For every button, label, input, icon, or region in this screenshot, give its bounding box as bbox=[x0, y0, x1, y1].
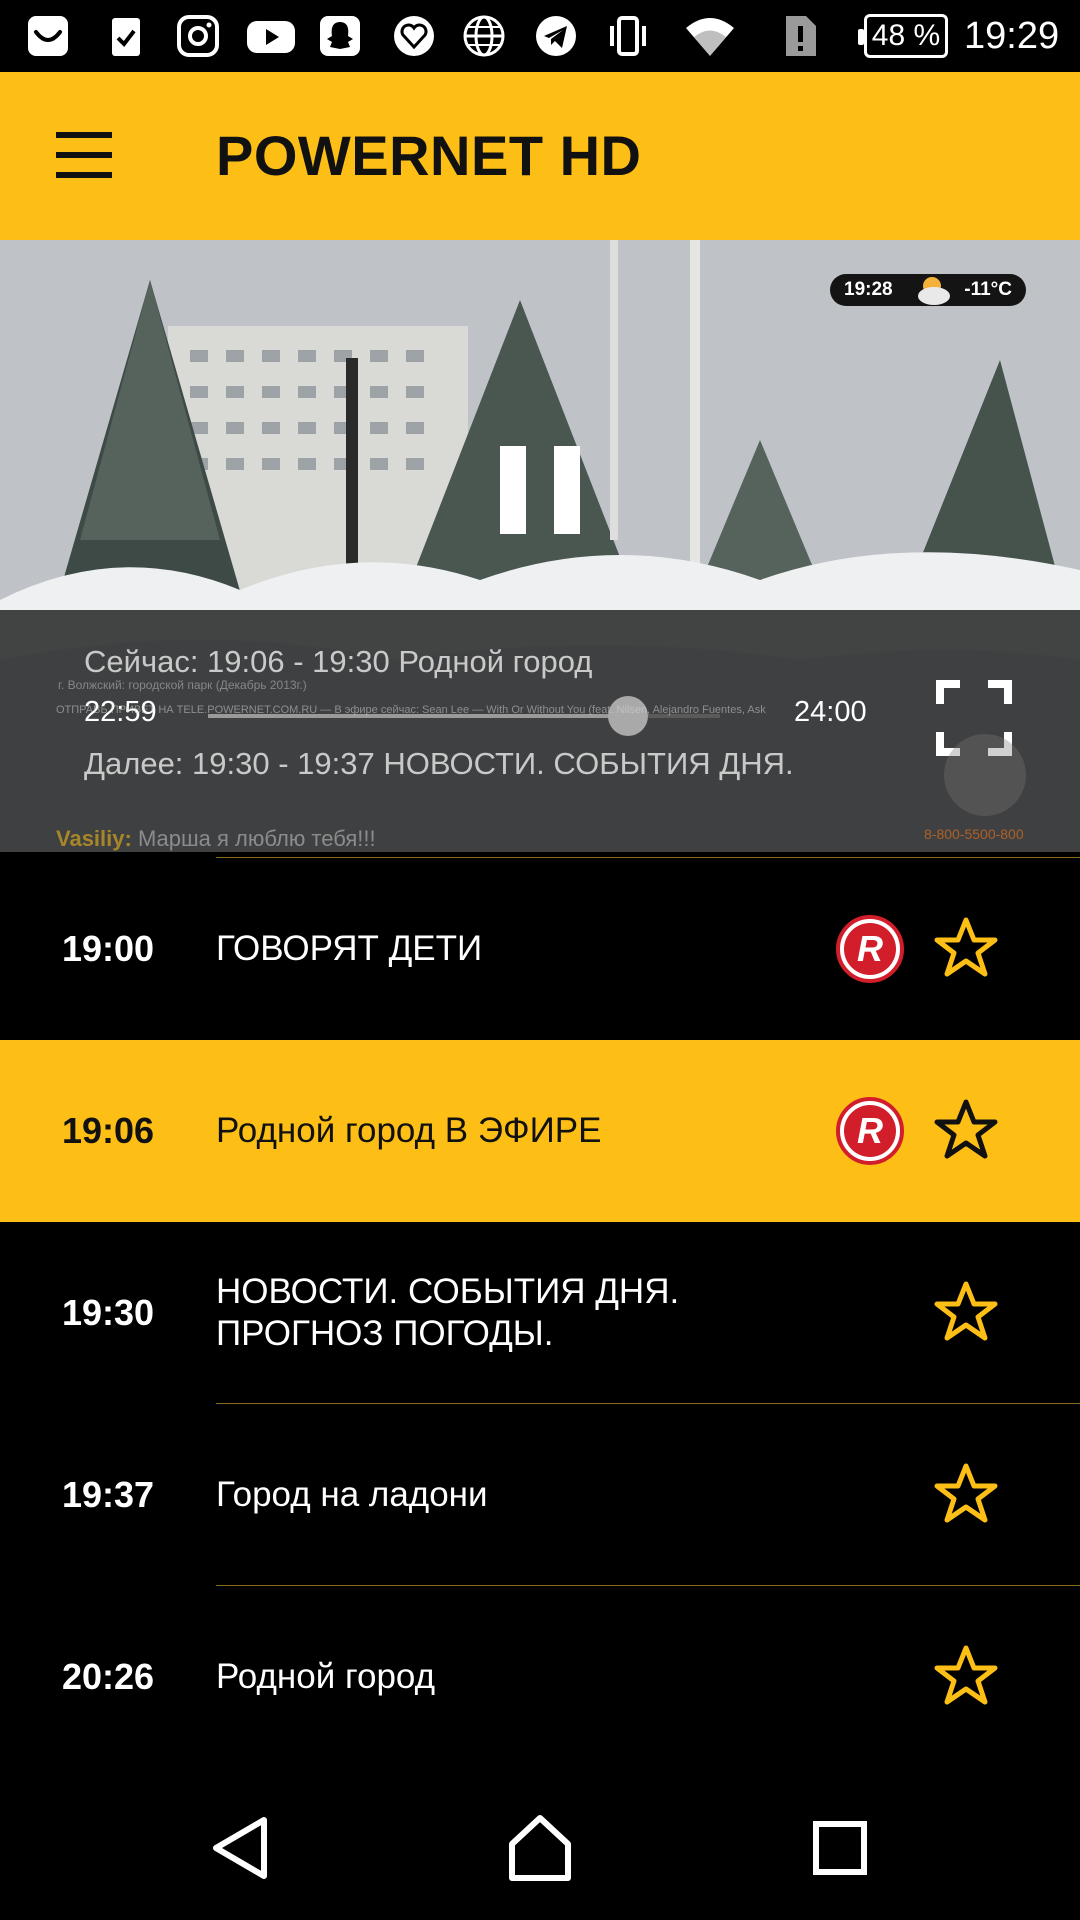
favorite-star-icon[interactable] bbox=[934, 916, 998, 980]
program-row[interactable]: 19:30 НОВОСТИ. СОБЫТИЯ ДНЯ. ПРОГНОЗ ПОГОД… bbox=[0, 1222, 1080, 1404]
hamburger-menu-icon[interactable] bbox=[40, 116, 128, 196]
program-time: 20:26 bbox=[62, 1656, 155, 1697]
screen: 48 % 19:29 POWERNET HD 18:39Город на лад… bbox=[0, 0, 1080, 1920]
status-bar: 48 % 19:29 bbox=[0, 0, 1080, 72]
favorite-star-icon[interactable] bbox=[934, 1644, 998, 1708]
globe-icon bbox=[463, 15, 505, 57]
chat-message: Марша я люблю тебя!!! bbox=[137, 826, 376, 851]
program-time: 19:00 bbox=[62, 928, 155, 969]
program-row[interactable]: 19:06 Родной город В ЭФИРЕ R bbox=[0, 1040, 1080, 1222]
snapchat-icon bbox=[320, 16, 360, 56]
back-icon[interactable] bbox=[206, 1812, 278, 1884]
instagram-icon bbox=[177, 15, 219, 57]
program-title: Родной город bbox=[216, 1657, 436, 1696]
program-row[interactable]: 20:26 Родной город bbox=[0, 1586, 1080, 1768]
wifi-icon bbox=[686, 18, 734, 56]
favorite-star-icon[interactable] bbox=[934, 1462, 998, 1526]
app-title: POWERNET HD bbox=[216, 124, 642, 187]
youtube-icon bbox=[247, 21, 295, 53]
clipboard-check-icon bbox=[112, 18, 140, 56]
sim-alert-icon bbox=[786, 16, 816, 56]
favorite-star-icon[interactable] bbox=[934, 1098, 998, 1162]
program-title: Город на ладони bbox=[216, 1475, 488, 1514]
program-title: Родной город В ЭФИРЕ bbox=[216, 1111, 602, 1150]
video-player[interactable]: 19:28 -11°C Сейчас: 19:06 - 19:30 Родной… bbox=[0, 240, 1080, 852]
player-controls: Сейчас: 19:06 - 19:30 Родной город 22:59… bbox=[0, 610, 1080, 852]
program-row[interactable]: 19:37 Город на ладони bbox=[0, 1404, 1080, 1586]
record-icon-letter: R bbox=[844, 1105, 896, 1157]
smile-box-icon bbox=[28, 16, 68, 56]
channel-phone: 8-800-5500-800 bbox=[924, 826, 1024, 842]
weather-cloudy-sun-icon bbox=[918, 277, 950, 305]
home-icon[interactable] bbox=[504, 1812, 576, 1884]
heart-app-icon bbox=[394, 16, 434, 56]
battery-icon: 48 % bbox=[858, 14, 948, 58]
now-playing-text: Сейчас: 19:06 - 19:30 Родной город bbox=[84, 644, 593, 679]
progress-thumb[interactable] bbox=[607, 696, 648, 736]
program-row[interactable]: 19:00 ГОВОРЯТ ДЕТИ R bbox=[0, 858, 1080, 1040]
program-title: ГОВОРЯТ ДЕТИ bbox=[216, 929, 483, 968]
program-title: НОВОСТИ. СОБЫТИЯ ДНЯ. ПРОГНОЗ ПОГОДЫ. bbox=[216, 1272, 680, 1353]
ticker-caption: г. Волжский: городской парк (Декабрь 201… bbox=[58, 678, 307, 692]
record-icon[interactable]: R bbox=[836, 1097, 904, 1165]
record-icon-letter: R bbox=[844, 923, 896, 975]
vibrate-icon bbox=[610, 16, 646, 56]
clock: 19:29 bbox=[964, 15, 1060, 57]
program-time: 19:37 bbox=[62, 1474, 155, 1515]
navigation-bar bbox=[0, 1776, 1080, 1920]
recents-icon[interactable] bbox=[804, 1812, 876, 1884]
telegram-icon bbox=[536, 16, 576, 56]
program-time: 19:30 bbox=[62, 1292, 155, 1333]
record-icon[interactable]: R bbox=[836, 915, 904, 983]
next-program-text: Далее: 19:30 - 19:37 НОВОСТИ. СОБЫТИЯ ДН… bbox=[84, 746, 794, 781]
osd-time: 19:28 bbox=[844, 279, 893, 300]
chat-user: Vasiliy: bbox=[56, 826, 132, 851]
channel-logo-icon bbox=[944, 734, 1026, 816]
chat-line: Vasiliy: Марша я люблю тебя!!! bbox=[56, 826, 376, 852]
ticker-text: ОТПРАВЬ ПРИВЕТ НА TELE.POWERNET.COM.RU —… bbox=[56, 704, 766, 716]
osd-temperature: -11°C bbox=[964, 279, 1012, 300]
app-bar: POWERNET HD bbox=[0, 72, 1080, 240]
pause-button[interactable] bbox=[500, 446, 580, 534]
program-time: 19:06 bbox=[62, 1110, 155, 1151]
favorite-star-icon[interactable] bbox=[934, 1280, 998, 1344]
osd-clock: 19:28 -11°C bbox=[830, 274, 1026, 306]
